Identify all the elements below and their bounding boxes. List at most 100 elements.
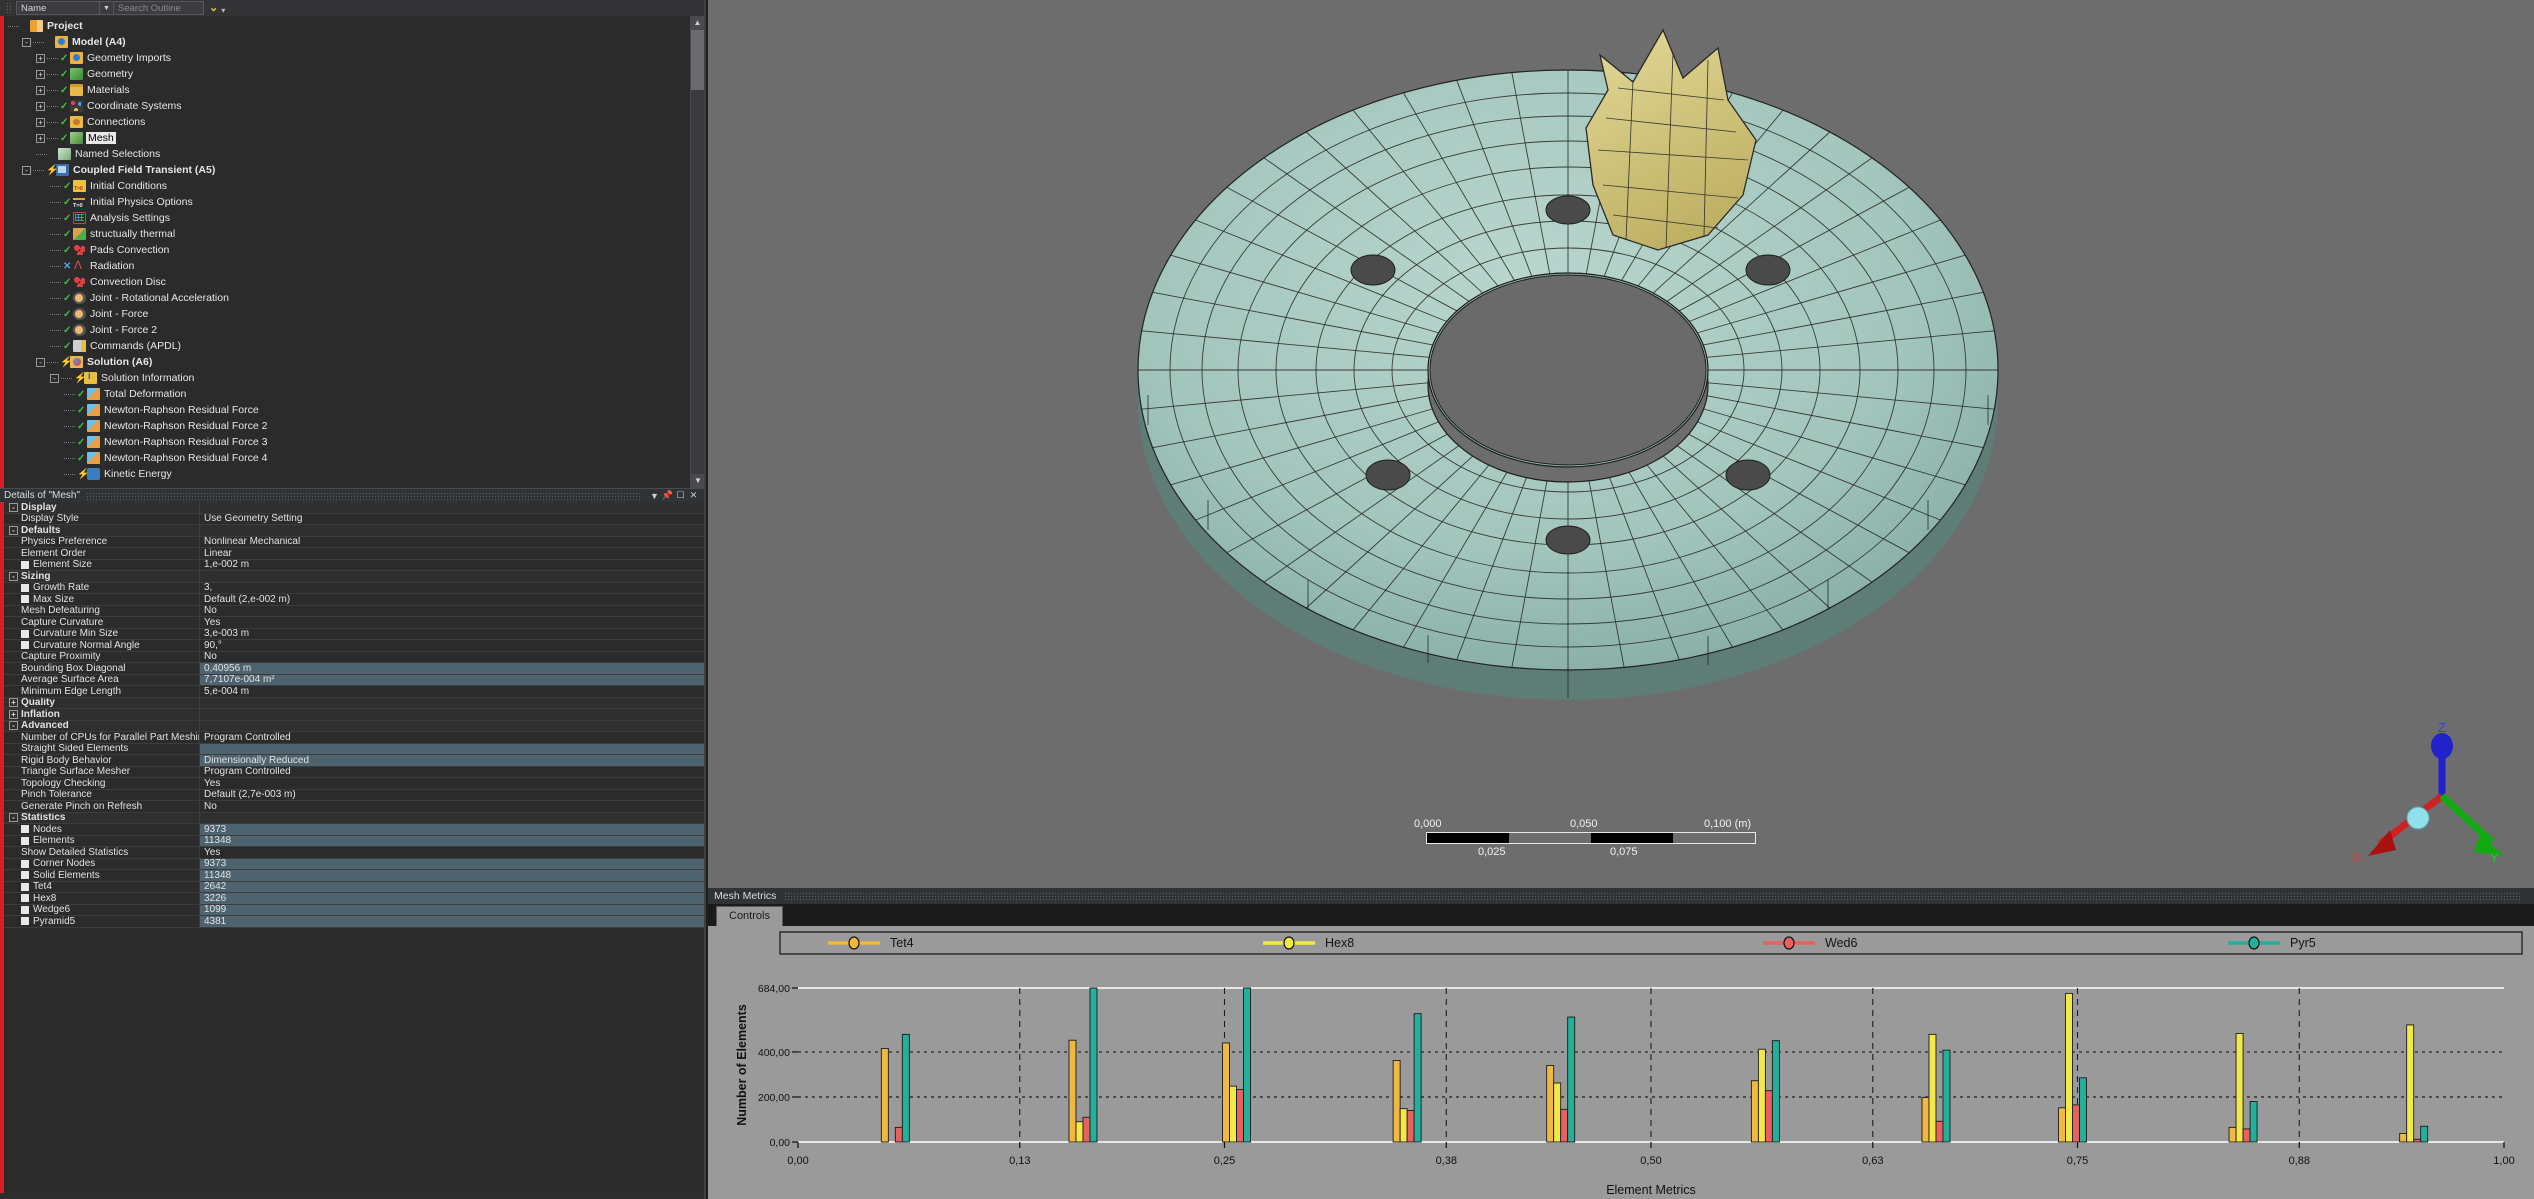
property-checkbox[interactable]: [21, 871, 29, 880]
details-property-row[interactable]: Mesh Defeaturing No: [4, 605, 704, 617]
details-property-row[interactable]: Element Order Linear: [4, 548, 704, 560]
tree-item[interactable]: ✓ Initial Physics Options: [4, 194, 704, 210]
chevron-down-small-icon[interactable]: ▾: [221, 6, 225, 15]
details-value[interactable]: Yes: [200, 847, 704, 858]
mesh-metrics-chart[interactable]: Tet4 Hex8 Wed6 Pyr5 0,00 200,00 400,00 684,00 0,…: [708, 926, 2534, 1199]
toolbar-grip[interactable]: [6, 2, 13, 14]
details-property-row[interactable]: Pinch Tolerance Default (2,7e-003 m): [4, 789, 704, 801]
tree-expander-icon[interactable]: +: [36, 85, 45, 95]
tree-item[interactable]: - ⚡ Solution Information: [4, 370, 704, 386]
details-value[interactable]: 11348: [200, 835, 704, 846]
details-property-row[interactable]: Minimum Edge Length 5,e-004 m: [4, 686, 704, 698]
tree-item[interactable]: ✓ Initial Conditions: [4, 178, 704, 194]
tree-item[interactable]: ✓ Commands (APDL): [4, 338, 704, 354]
details-table[interactable]: - Display Display Style Use Geometry Settin…: [0, 502, 704, 1193]
property-checkbox[interactable]: [21, 560, 29, 569]
details-value[interactable]: No: [200, 606, 704, 617]
tree-expander-icon[interactable]: +: [36, 117, 45, 127]
tree-item[interactable]: ✓ Pads Convection: [4, 242, 704, 258]
details-property-row[interactable]: Straight Sided Elements: [4, 743, 704, 755]
tree-scrollbar[interactable]: ▲ ▼: [690, 16, 704, 488]
tab-controls[interactable]: Controls: [716, 906, 783, 926]
axis-triad[interactable]: Z X Y: [2342, 716, 2512, 866]
details-property-row[interactable]: Bounding Box Diagonal 0,40956 m: [4, 663, 704, 675]
details-value[interactable]: [200, 709, 704, 720]
category-expander-icon[interactable]: +: [9, 709, 18, 719]
property-checkbox[interactable]: [21, 583, 29, 592]
scroll-down-icon[interactable]: ▼: [691, 474, 704, 488]
details-property-row[interactable]: Capture Curvature Yes: [4, 617, 704, 629]
property-checkbox[interactable]: [21, 836, 29, 845]
details-property-row[interactable]: Rigid Body Behavior Dimensionally Reduced: [4, 755, 704, 767]
property-checkbox[interactable]: [21, 859, 29, 868]
details-value[interactable]: 0,40956 m: [200, 663, 704, 674]
property-checkbox[interactable]: [21, 917, 29, 926]
tree-expander-icon[interactable]: +: [36, 53, 45, 63]
category-expander-icon[interactable]: +: [9, 698, 18, 708]
graphics-viewport[interactable]: 0,000 0,050 0,100 (m) 0,025 0,075 Z X Y: [708, 0, 2534, 888]
details-property-row[interactable]: Topology Checking Yes: [4, 778, 704, 790]
details-property-row[interactable]: Hex8 3226: [4, 893, 704, 905]
details-property-row[interactable]: Triangle Surface Mesher Program Controlle…: [4, 766, 704, 778]
outline-name-combo[interactable]: Name ▼: [16, 1, 114, 15]
category-expander-icon[interactable]: -: [9, 502, 18, 512]
tree-item[interactable]: + ✓ Coordinate Systems: [4, 98, 704, 114]
tree-item[interactable]: - Model (A4): [4, 34, 704, 50]
category-expander-icon[interactable]: -: [9, 525, 18, 535]
tree-item[interactable]: ✓ structually thermal: [4, 226, 704, 242]
details-property-row[interactable]: Curvature Normal Angle 90,°: [4, 640, 704, 652]
details-value[interactable]: 9373: [200, 824, 704, 835]
details-value[interactable]: 4381: [200, 916, 704, 927]
category-expander-icon[interactable]: -: [9, 571, 18, 581]
details-value[interactable]: [200, 813, 704, 824]
details-property-row[interactable]: Elements 11348: [4, 835, 704, 847]
tree-item[interactable]: ✓ Total Deformation: [4, 386, 704, 402]
pin-icon[interactable]: 📌: [661, 490, 674, 501]
details-property-row[interactable]: Solid Elements 11348: [4, 870, 704, 882]
details-property-row[interactable]: Physics Preference Nonlinear Mechanical: [4, 536, 704, 548]
property-checkbox[interactable]: [21, 595, 29, 604]
maximize-icon[interactable]: ☐: [674, 490, 687, 501]
tree-item[interactable]: ✓ Convection Disc: [4, 274, 704, 290]
details-value[interactable]: Yes: [200, 617, 704, 628]
tree-item[interactable]: ✓ Joint - Force 2: [4, 322, 704, 338]
details-value[interactable]: Linear: [200, 548, 704, 559]
details-value[interactable]: 1099: [200, 904, 704, 915]
details-value[interactable]: 2642: [200, 881, 704, 892]
details-property-row[interactable]: Number of CPUs for Parallel Part Meshing…: [4, 732, 704, 744]
close-icon[interactable]: ✕: [687, 490, 700, 501]
details-property-row[interactable]: Nodes 9373: [4, 824, 704, 836]
details-category-row[interactable]: - Sizing: [4, 571, 704, 583]
details-value[interactable]: [200, 502, 704, 513]
details-category-row[interactable]: - Statistics: [4, 812, 704, 824]
details-value[interactable]: 9373: [200, 858, 704, 869]
property-checkbox[interactable]: [21, 641, 29, 650]
property-checkbox[interactable]: [21, 825, 29, 834]
details-value[interactable]: [200, 525, 704, 536]
details-property-row[interactable]: Curvature Min Size 3,e-003 m: [4, 628, 704, 640]
details-value[interactable]: 3,: [200, 583, 704, 594]
tree-item[interactable]: ✓ Newton-Raphson Residual Force 4: [4, 450, 704, 466]
chevron-yellow-icon[interactable]: ⌄: [209, 3, 218, 14]
category-expander-icon[interactable]: -: [9, 721, 18, 731]
details-value[interactable]: 90,°: [200, 640, 704, 651]
tree-expander-icon[interactable]: +: [36, 101, 45, 111]
property-checkbox[interactable]: [21, 905, 29, 914]
tree-expander-icon[interactable]: -: [50, 373, 59, 383]
scroll-up-icon[interactable]: ▲: [691, 16, 704, 30]
details-property-row[interactable]: Show Detailed Statistics Yes: [4, 847, 704, 859]
details-value[interactable]: Dimensionally Reduced: [200, 755, 704, 766]
chevron-down-icon[interactable]: ▼: [99, 2, 113, 14]
tree-item[interactable]: - ⚡ Coupled Field Transient (A5): [4, 162, 704, 178]
tree-item[interactable]: Named Selections: [4, 146, 704, 162]
tree-item[interactable]: + ✓ Geometry Imports: [4, 50, 704, 66]
details-value[interactable]: Nonlinear Mechanical: [200, 537, 704, 548]
category-expander-icon[interactable]: -: [9, 813, 18, 823]
tree-item[interactable]: ✓ Joint - Rotational Acceleration: [4, 290, 704, 306]
tree-expander-icon[interactable]: -: [22, 165, 31, 175]
tree-item[interactable]: + ✓ Mesh: [4, 130, 704, 146]
tree-item[interactable]: Project: [4, 18, 704, 34]
details-value[interactable]: 11348: [200, 870, 704, 881]
tree-item[interactable]: ✓ Newton-Raphson Residual Force 3: [4, 434, 704, 450]
tree-item[interactable]: - ⚡ Solution (A6): [4, 354, 704, 370]
